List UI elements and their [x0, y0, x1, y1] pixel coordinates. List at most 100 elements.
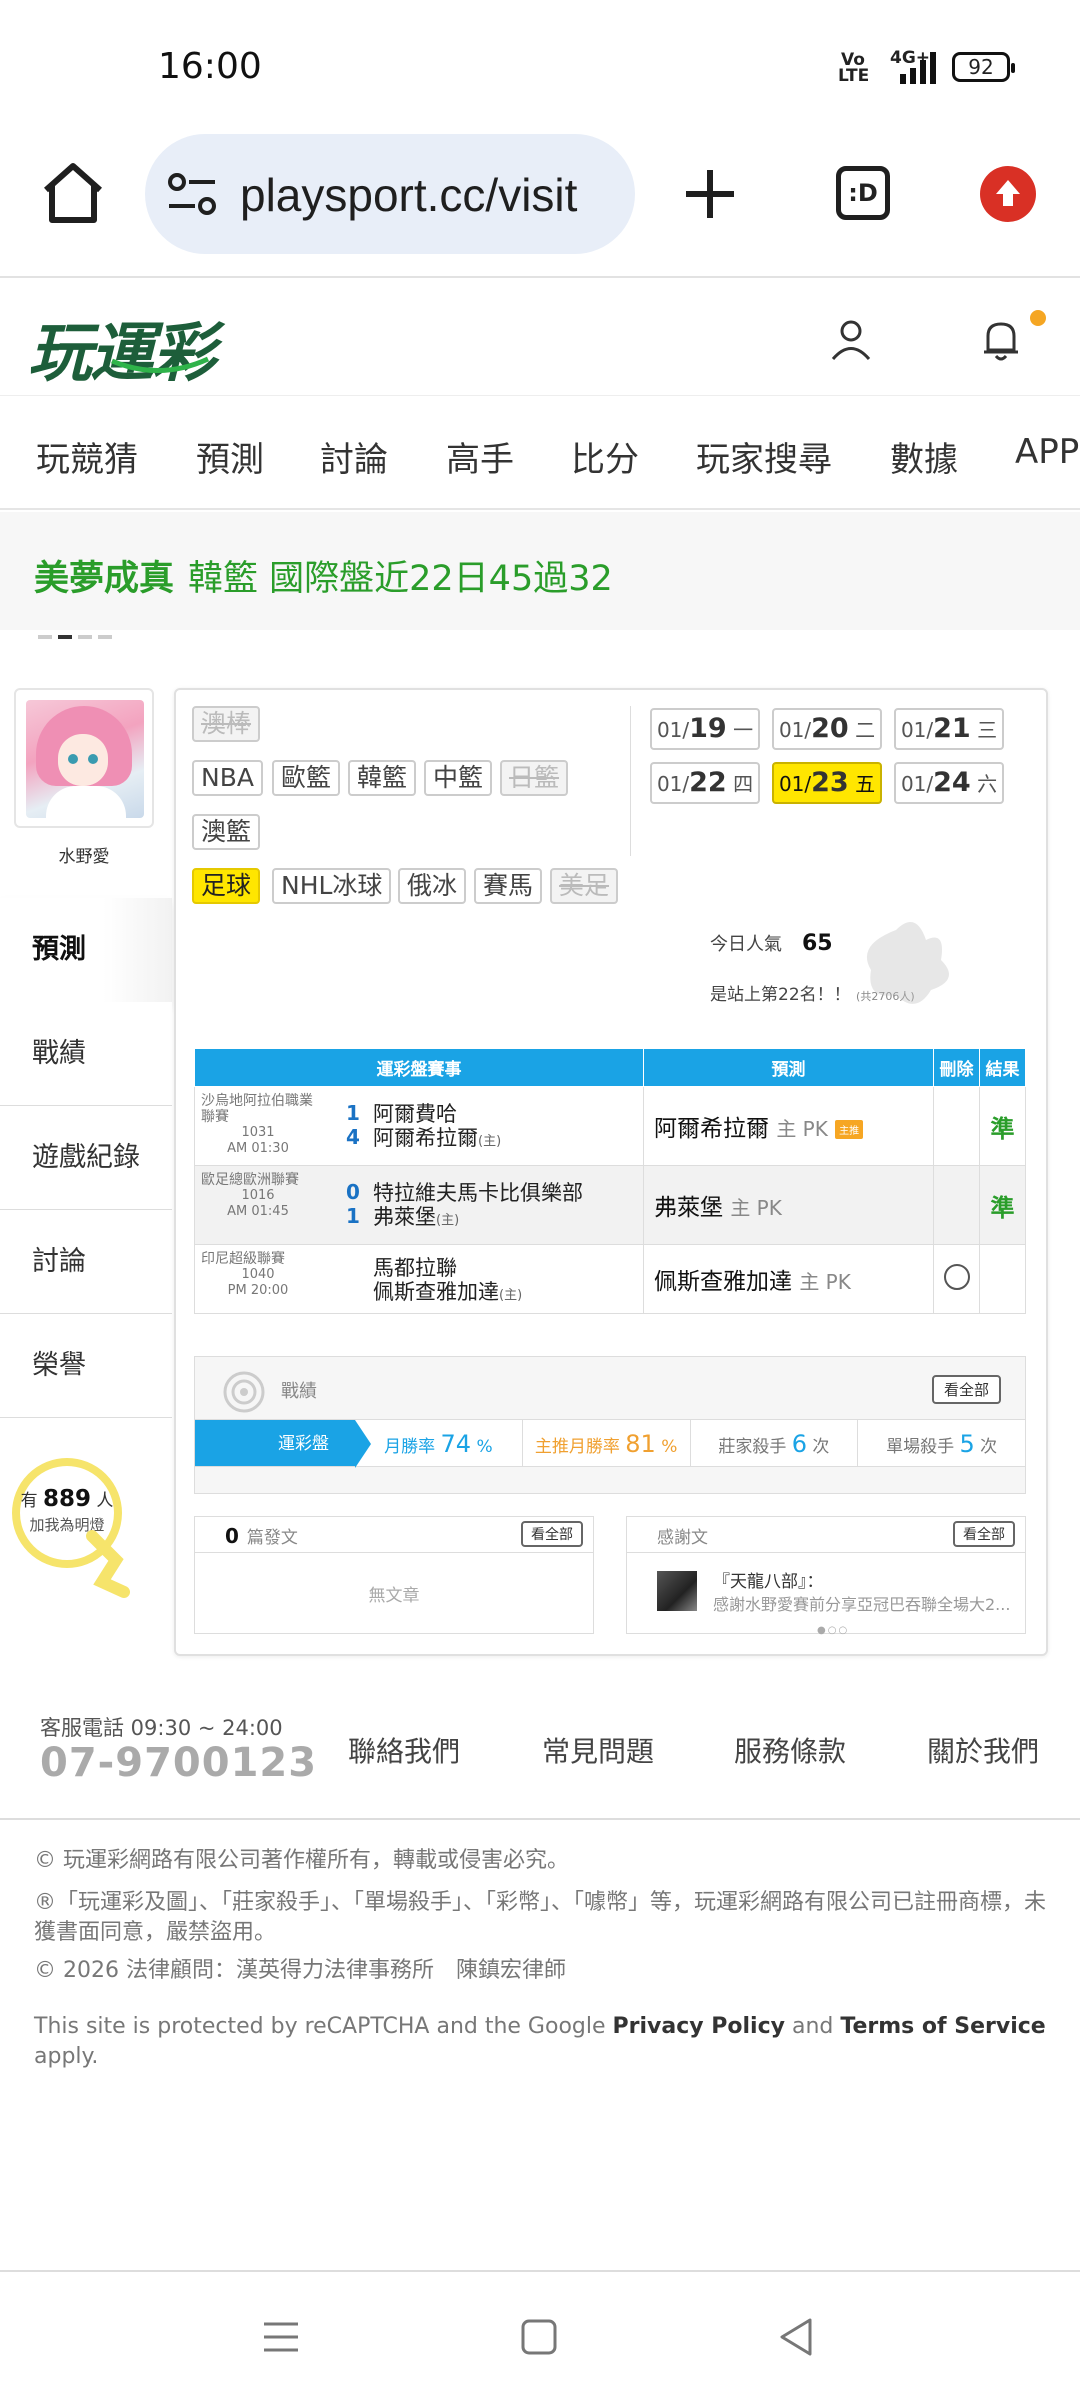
th-match: 運彩盤賽事 [194, 1048, 644, 1087]
sport-tag-nba[interactable]: NBA [192, 760, 263, 796]
trademark-text: ®「玩運彩及圖」、「莊家殺手」、「單場殺手」、「彩幣」、「噱幣」等，玩運彩網路有… [34, 1890, 1047, 1945]
site-settings-icon[interactable] [167, 172, 217, 216]
thanks-thumbnail [657, 1571, 697, 1611]
fans-prefix: 有 [20, 1491, 38, 1511]
th-delete: 刪除 [933, 1048, 980, 1087]
nav-item-games[interactable]: 玩競猜 [36, 432, 138, 481]
side-tab-discussion[interactable]: 討論 [0, 1210, 172, 1314]
update-icon[interactable] [980, 166, 1036, 222]
bell-icon[interactable] [976, 314, 1026, 364]
nav-item-app[interactable]: APP [1015, 432, 1079, 472]
date-0122[interactable]: 01/22 四 [650, 762, 760, 804]
clock: 16:00 [158, 46, 262, 87]
user-icon[interactable] [828, 316, 874, 362]
sport-tag-korea-basketball[interactable]: 韓籃 [348, 760, 417, 796]
thanks-view-all-button[interactable]: 看全部 [953, 1521, 1015, 1547]
nav-item-discuss[interactable]: 討論 [320, 432, 388, 481]
nav-item-experts[interactable]: 高手 [446, 432, 514, 481]
customer-service-phone[interactable]: 07-9700123 [40, 1740, 317, 1786]
sport-tag-russian-hockey[interactable]: 俄冰 [398, 868, 467, 904]
footer-link-contact[interactable]: 聯絡我們 [348, 1730, 460, 1770]
stat-single-killer: 單場殺手 5 次 [886, 1430, 998, 1458]
privacy-policy-link[interactable]: Privacy Policy [613, 2014, 785, 2039]
nav-item-player-search[interactable]: 玩家搜尋 [696, 432, 832, 481]
side-tab-honors[interactable]: 榮譽 [0, 1314, 172, 1418]
home-nav-icon[interactable] [514, 2312, 564, 2362]
profile-side-menu: 預測 戰績 遊戲紀錄 討論 榮譽 [0, 898, 172, 1418]
prediction-cell: 佩斯查雅加達 主 PK [643, 1244, 934, 1314]
date-0123-selected[interactable]: 01/23 五 [772, 762, 882, 804]
home-icon[interactable] [38, 158, 108, 228]
record-tab-sports-lottery[interactable]: 運彩盤 [195, 1420, 371, 1468]
posts-count: 0 篇發文 [225, 1524, 298, 1548]
delete-radio[interactable] [943, 1263, 970, 1290]
url-text[interactable]: playsport.cc/visit [240, 168, 577, 222]
result-cell: 準 [979, 1086, 1026, 1166]
date-0121[interactable]: 01/21 三 [894, 708, 1004, 750]
target-icon [223, 1371, 265, 1413]
recent-apps-icon[interactable] [256, 2312, 306, 2362]
sport-tag-china-basketball[interactable]: 中籃 [424, 760, 493, 796]
side-tab-record[interactable]: 戰績 [0, 1002, 172, 1106]
side-tab-predictions[interactable]: 預測 [0, 898, 172, 1002]
banner-message: 韓籃 國際盤近22日45過32 [188, 559, 613, 599]
banner-text[interactable]: 美夢成真 韓籃 國際盤近22日45過32 [34, 550, 613, 601]
sport-tag-horse-racing[interactable]: 賽馬 [474, 868, 543, 904]
sport-tag-soccer[interactable]: 足球 [192, 868, 261, 904]
back-icon[interactable] [772, 2312, 822, 2362]
result-cell: 準 [979, 1165, 1026, 1245]
avatar[interactable] [14, 688, 154, 828]
mascot-decoration-icon [866, 922, 949, 1004]
sport-tag-nhl[interactable]: NHL冰球 [272, 868, 392, 904]
delete-cell [933, 1165, 980, 1245]
date-0119[interactable]: 01/19 一 [650, 708, 760, 750]
delete-cell [933, 1086, 980, 1166]
footer-link-about[interactable]: 關於我們 [927, 1730, 1039, 1770]
new-tab-icon[interactable] [680, 164, 740, 224]
delete-cell[interactable] [933, 1244, 980, 1314]
copyright-text: © 玩運彩網路有限公司著作權所有，轉載或侵害必究。 [34, 1848, 569, 1873]
record-view-all-button[interactable]: 看全部 [931, 1375, 1001, 1404]
legal-counsel-text: © 2026 法律顧問：漢英得力法律事務所 陳鎮宏律師 [34, 1958, 566, 1983]
teams-cell: 馬都拉聯 佩斯查雅加達(主) [373, 1256, 523, 1304]
footer-link-terms[interactable]: 服務條款 [734, 1730, 846, 1770]
fans-count: 889 [42, 1486, 91, 1512]
featured-badge: 主推 [835, 1120, 864, 1139]
status-bar: 16:00 Vo LTE 4G+ 92 [0, 0, 1080, 128]
thanks-box: 感謝文 看全部 『天龍八部』： 感謝水野愛賽前分享亞冠巴吞聯全場大2... ●○… [626, 1516, 1026, 1636]
footer-links: 客服電話 09:30 ~ 24:00 07-9700123 聯絡我們 常見問題 … [0, 1700, 1080, 1820]
sport-tag-american-football: 美足 [550, 868, 619, 904]
table-row: 歐足總歐洲聯賽 1016 AM 01:45 0 特拉維夫馬卡比俱樂部 1 弗萊堡(主… [194, 1165, 1026, 1245]
posts-box: 0 篇發文 看全部 無文章 [194, 1516, 594, 1634]
recaptcha-notice: This site is protected by reCAPTCHA and … [34, 2014, 1046, 2069]
marquee-banner[interactable]: 美夢成真 韓籃 國際盤近22日45過32 [0, 512, 1080, 639]
banner-user: 美夢成真 [34, 559, 175, 599]
stat-banker-killer: 莊家殺手 6 次 [691, 1420, 859, 1466]
thanks-pager: ●○○ [817, 1625, 850, 1636]
side-tab-game-log[interactable]: 遊戲紀錄 [0, 1106, 172, 1210]
nav-item-scores[interactable]: 比分 [571, 432, 639, 481]
stat-monthly-win-rate: 月勝率 74 % [355, 1420, 523, 1466]
league-cell: 沙烏地阿拉伯職業聯賽 1031 AM 01:30 [201, 1093, 313, 1156]
sport-tag-euro-basketball[interactable]: 歐籃 [272, 760, 341, 796]
site-logo[interactable]: 玩運彩 [28, 302, 216, 394]
record-stats: 運彩盤 月勝率 74 % 主推月勝率 81 % 莊家殺手 6 次 單場殺手 5 … [195, 1419, 1025, 1468]
address-bar[interactable]: playsport.cc/visit [145, 134, 635, 254]
date-0124[interactable]: 01/24 六 [894, 762, 1004, 804]
date-0120[interactable]: 01/20 二 [772, 708, 882, 750]
footer-link-faq[interactable]: 常見問題 [542, 1730, 654, 1770]
thanks-title: 『天龍八部』： [713, 1572, 824, 1592]
sport-tag-au-basketball[interactable]: 澳籃 [192, 814, 261, 850]
record-title: 戰績 [281, 1381, 317, 1402]
thanks-label: 感謝文 [657, 1528, 708, 1548]
popularity-value: 65 [802, 931, 833, 956]
nav-item-data[interactable]: 數據 [890, 432, 958, 481]
volte-indicator: Vo LTE [838, 50, 870, 86]
th-prediction: 預測 [643, 1048, 934, 1087]
terms-of-service-link[interactable]: Terms of Service [840, 2014, 1045, 2039]
thanks-body: 感謝水野愛賽前分享亞冠巴吞聯全場大2... [713, 1595, 1011, 1614]
stat-featured-win-rate: 主推月勝率 81 % [523, 1420, 691, 1466]
posts-view-all-button[interactable]: 看全部 [521, 1521, 583, 1547]
tab-switcher-button[interactable]: :D [836, 166, 890, 220]
nav-item-predict[interactable]: 預測 [196, 432, 264, 481]
